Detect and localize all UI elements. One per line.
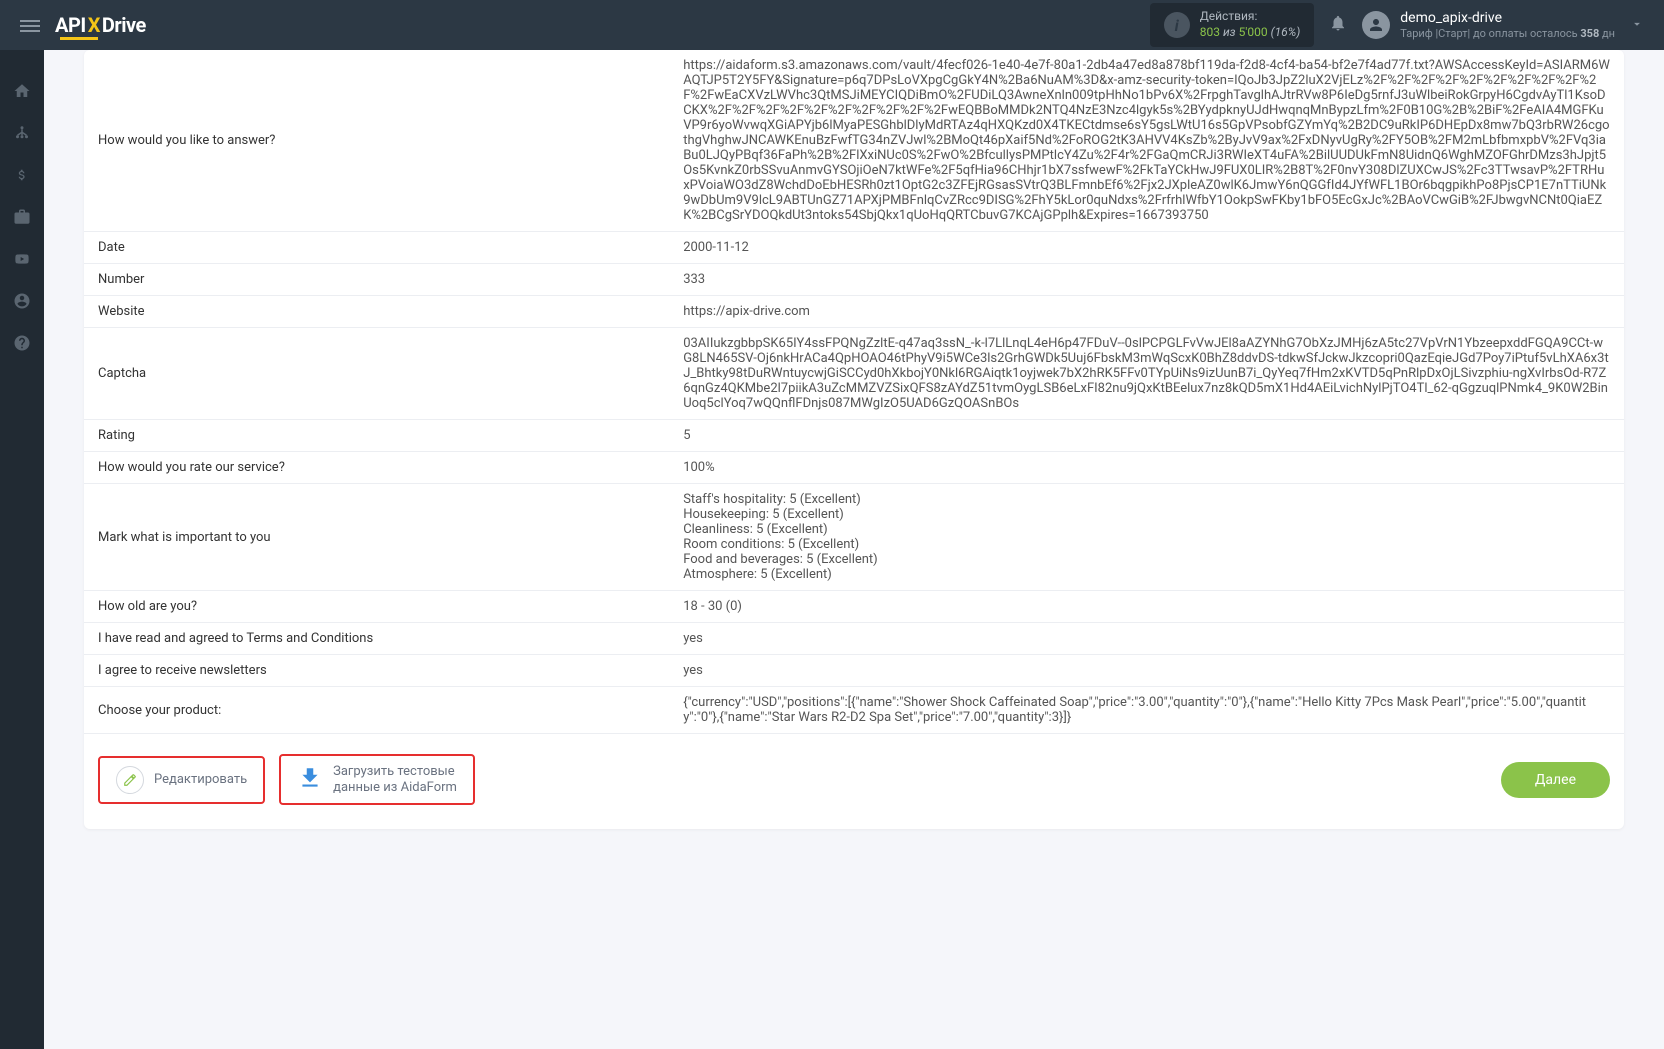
actions-counter[interactable]: i Действия: 803 из 5'000 (16%) — [1150, 3, 1315, 46]
row-label: Choose your product: — [84, 687, 669, 734]
download-highlight: Загрузить тестовые данные из AidaForm — [279, 754, 475, 805]
table-row: Date2000-11-12 — [84, 232, 1624, 264]
row-value: https://aidaform.s3.amazonaws.com/vault/… — [669, 50, 1624, 232]
pencil-icon — [116, 766, 144, 794]
sidebar-briefcase-icon[interactable] — [0, 196, 44, 238]
row-label: How would you like to answer? — [84, 50, 669, 232]
info-icon: i — [1164, 12, 1190, 38]
main-content: How would you like to answer?https://aid… — [44, 50, 1664, 1049]
user-block[interactable]: demo_apix-drive Тариф |Старт| до оплаты … — [1362, 9, 1615, 41]
download-icon — [297, 765, 323, 795]
sidebar-profile-icon[interactable] — [0, 280, 44, 322]
table-row: Number333 — [84, 264, 1624, 296]
user-plan: Тариф |Старт| до оплаты осталось 358 дн — [1400, 27, 1615, 41]
row-label: How would you rate our service? — [84, 452, 669, 484]
download-label-1: Загрузить тестовые — [333, 764, 457, 780]
logo-part-drive: Drive — [102, 13, 146, 37]
row-label: I agree to receive newsletters — [84, 655, 669, 687]
row-label: Number — [84, 264, 669, 296]
row-label: Rating — [84, 420, 669, 452]
sidebar-billing-icon[interactable] — [0, 154, 44, 196]
table-row: Captcha03AIIukzgbbpSK65IY4ssFPQNgZzltE-q… — [84, 328, 1624, 420]
edit-highlight: Редактировать — [98, 756, 265, 804]
edit-label: Редактировать — [154, 772, 247, 787]
logo-part-x: X — [88, 13, 100, 37]
sidebar-connections-icon[interactable] — [0, 112, 44, 154]
menu-toggle[interactable] — [20, 17, 40, 33]
card-footer: Редактировать Загрузить тестовые данные … — [84, 734, 1624, 829]
table-row: Choose your product:{"currency":"USD","p… — [84, 687, 1624, 734]
row-label: Date — [84, 232, 669, 264]
logo-part-api: API — [55, 13, 86, 37]
top-bar: API X Drive i Действия: 803 из 5'000 (16… — [0, 0, 1664, 50]
row-label: I have read and agreed to Terms and Cond… — [84, 623, 669, 655]
row-label: How old are you? — [84, 591, 669, 623]
edit-button[interactable]: Редактировать — [100, 758, 263, 802]
row-value: 18 - 30 (0) — [669, 591, 1624, 623]
logo[interactable]: API X Drive — [55, 13, 146, 37]
table-row: Mark what is important to youStaff's hos… — [84, 484, 1624, 591]
row-value: yes — [669, 623, 1624, 655]
table-row: How would you like to answer?https://aid… — [84, 50, 1624, 232]
table-row: How old are you?18 - 30 (0) — [84, 591, 1624, 623]
actions-text: Действия: 803 из 5'000 (16%) — [1200, 9, 1301, 40]
table-row: I have read and agreed to Terms and Cond… — [84, 623, 1624, 655]
table-row: Rating5 — [84, 420, 1624, 452]
row-value: 5 — [669, 420, 1624, 452]
sidebar-help-icon[interactable] — [0, 322, 44, 364]
row-label: Mark what is important to you — [84, 484, 669, 591]
row-value: 333 — [669, 264, 1624, 296]
row-value: 100% — [669, 452, 1624, 484]
row-label: Captcha — [84, 328, 669, 420]
bell-icon[interactable] — [1329, 14, 1347, 36]
row-value: {"currency":"USD","positions":[{"name":"… — [669, 687, 1624, 734]
row-value: yes — [669, 655, 1624, 687]
sidebar — [0, 50, 44, 1049]
user-name: demo_apix-drive — [1400, 9, 1615, 27]
sidebar-home-icon[interactable] — [0, 70, 44, 112]
download-button[interactable]: Загрузить тестовые данные из AidaForm — [281, 756, 473, 803]
download-label-2: данные из AidaForm — [333, 780, 457, 796]
chevron-down-icon[interactable] — [1630, 16, 1644, 35]
sidebar-youtube-icon[interactable] — [0, 238, 44, 280]
table-row: How would you rate our service?100% — [84, 452, 1624, 484]
row-value: Staff's hospitality: 5 (Excellent) House… — [669, 484, 1624, 591]
row-label: Website — [84, 296, 669, 328]
avatar-icon — [1362, 11, 1390, 39]
data-card: How would you like to answer?https://aid… — [84, 50, 1624, 829]
row-value: 2000-11-12 — [669, 232, 1624, 264]
data-table: How would you like to answer?https://aid… — [84, 50, 1624, 734]
row-value: 03AIIukzgbbpSK65IY4ssFPQNgZzltE-q47aq3ss… — [669, 328, 1624, 420]
row-value: https://apix-drive.com — [669, 296, 1624, 328]
next-button[interactable]: Далее — [1501, 762, 1610, 798]
table-row: Websitehttps://apix-drive.com — [84, 296, 1624, 328]
table-row: I agree to receive newslettersyes — [84, 655, 1624, 687]
